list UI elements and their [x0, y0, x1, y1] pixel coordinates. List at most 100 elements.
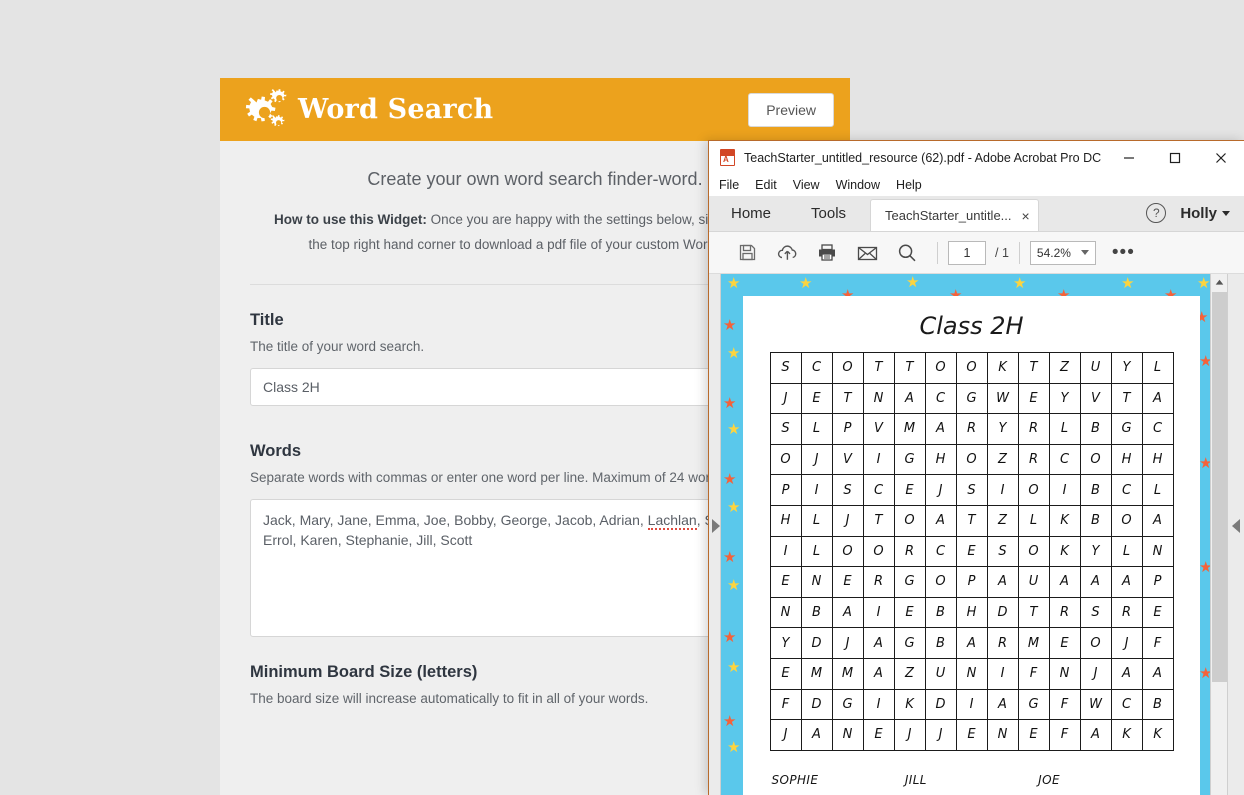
grid-cell: N	[1141, 535, 1174, 568]
grid-cell: I	[955, 688, 988, 721]
grid-cell: A	[1110, 657, 1143, 690]
grid-cell: A	[831, 596, 864, 629]
pdf-page: ★ ★ ★ ★ ★ ★ ★ ★ ★ ★ ★ ★ ★ ★ ★ ★ ★ ★ ★ Cl…	[721, 274, 1210, 795]
grid-row: YDJAGBARMEOJF	[769, 627, 1174, 659]
grid-cell: C	[862, 474, 895, 506]
grid-row: SLPVMARYRLBGC	[769, 413, 1174, 445]
grid-cell: T	[862, 504, 895, 537]
tab-document[interactable]: TeachStarter_untitle... ×	[870, 199, 1039, 231]
grid-cell: C	[800, 352, 833, 384]
grid-cell: M	[800, 657, 833, 690]
help-icon[interactable]: ?	[1146, 203, 1167, 223]
grid-cell: I	[862, 596, 895, 629]
grid-cell: D	[986, 596, 1019, 629]
grid-row: FDGIKDIAGFWCB	[769, 688, 1174, 721]
maximize-icon[interactable]	[1152, 141, 1198, 174]
chevron-down-icon	[1222, 210, 1230, 216]
acrobat-titlebar[interactable]: TeachStarter_untitled_resource (62).pdf …	[709, 141, 1244, 174]
grid-cell: O	[1017, 474, 1050, 506]
grid-cell: P	[831, 413, 864, 445]
grid-cell: T	[1110, 382, 1143, 415]
menu-help[interactable]: Help	[896, 178, 922, 192]
grid-cell: K	[986, 352, 1019, 384]
star-icon: ★	[727, 345, 741, 362]
grid-cell: S	[1079, 596, 1112, 629]
grid-cell: B	[1141, 688, 1174, 721]
grid-cell: J	[1079, 657, 1112, 690]
widget-title: Word Search	[298, 94, 494, 125]
right-panel-toggle-icon[interactable]	[1232, 519, 1240, 533]
zoom-select[interactable]: 54.2%	[1029, 240, 1096, 265]
star-icon: ★	[1197, 275, 1210, 292]
tab-home[interactable]: Home	[709, 195, 791, 231]
user-menu[interactable]: Holly	[1180, 205, 1230, 222]
grid-cell: L	[1141, 474, 1174, 506]
menu-window[interactable]: Window	[836, 178, 880, 192]
tab-tools[interactable]: Tools	[791, 195, 866, 231]
grid-cell: A	[1141, 382, 1174, 415]
grid-cell: J	[769, 382, 802, 415]
grid-cell: L	[800, 504, 833, 537]
grid-cell: Z	[893, 657, 926, 690]
left-panel-rail	[709, 274, 721, 795]
star-icon: ★	[727, 577, 741, 594]
grid-cell: G	[831, 688, 864, 721]
grid-cell: O	[955, 352, 988, 384]
grid-cell: A	[986, 566, 1019, 598]
page-number-input[interactable]: 1	[948, 240, 986, 265]
preview-button[interactable]: Preview	[748, 92, 834, 127]
word-list-item: JILL	[904, 772, 927, 787]
star-icon: ★	[1199, 666, 1210, 681]
grid-cell: Y	[1110, 352, 1143, 384]
grid-cell: B	[1079, 474, 1112, 506]
grid-cell: A	[1079, 566, 1112, 598]
grid-cell: U	[1079, 352, 1112, 384]
pdf-page-scroll[interactable]: ★ ★ ★ ★ ★ ★ ★ ★ ★ ★ ★ ★ ★ ★ ★ ★ ★ ★ ★ Cl…	[721, 274, 1210, 795]
grid-cell: O	[893, 504, 926, 537]
left-panel-toggle-icon[interactable]	[712, 519, 720, 533]
acrobat-window: TeachStarter_untitled_resource (62).pdf …	[708, 140, 1244, 795]
grid-cell: Y	[986, 413, 1019, 445]
scrollbar-thumb[interactable]	[1212, 292, 1227, 682]
minimize-icon[interactable]	[1106, 141, 1152, 174]
word-list-item: JOE	[1038, 772, 1060, 787]
grid-row: EMMAZUNIFNJAA	[769, 657, 1174, 690]
grid-cell: V	[831, 443, 864, 476]
print-icon[interactable]	[807, 237, 847, 269]
menu-file[interactable]: File	[719, 178, 739, 192]
grid-cell: C	[924, 535, 957, 568]
more-tools-button[interactable]: •••	[1112, 243, 1135, 262]
star-icon: ★	[1121, 275, 1135, 292]
grid-cell: P	[1141, 566, 1174, 598]
grid-cell: G	[955, 382, 988, 415]
upload-cloud-icon[interactable]	[767, 237, 807, 269]
scroll-up-icon[interactable]	[1211, 274, 1227, 291]
save-icon[interactable]	[727, 237, 767, 269]
menu-edit[interactable]: Edit	[755, 178, 777, 192]
grid-cell: L	[1048, 413, 1081, 445]
grid-cell: O	[1079, 627, 1112, 659]
pdf-vertical-scrollbar[interactable]	[1210, 274, 1227, 795]
grid-cell: E	[831, 566, 864, 598]
star-icon: ★	[723, 549, 737, 566]
star-icon: ★	[1199, 354, 1210, 369]
close-icon[interactable]	[1198, 141, 1244, 174]
search-icon[interactable]	[887, 237, 927, 269]
grid-cell: O	[924, 352, 957, 384]
grid-cell: R	[862, 566, 895, 598]
grid-cell: G	[1017, 688, 1050, 721]
star-icon: ★	[723, 395, 737, 412]
grid-cell: O	[955, 443, 988, 476]
menu-view[interactable]: View	[793, 178, 820, 192]
window-controls	[1106, 141, 1244, 174]
grid-row: JETNACGWEYVTA	[769, 382, 1174, 415]
grid-row: ILOORCESOKYLN	[769, 535, 1174, 568]
star-icon: ★	[906, 274, 920, 291]
grid-cell: O	[1017, 535, 1050, 568]
tab-close-icon[interactable]: ×	[1022, 209, 1030, 223]
email-icon[interactable]	[847, 237, 887, 269]
grid-cell: E	[800, 382, 833, 415]
grid-cell: I	[862, 443, 895, 476]
grid-cell: Z	[986, 443, 1019, 476]
widget-header: Word Search Preview	[220, 78, 850, 141]
